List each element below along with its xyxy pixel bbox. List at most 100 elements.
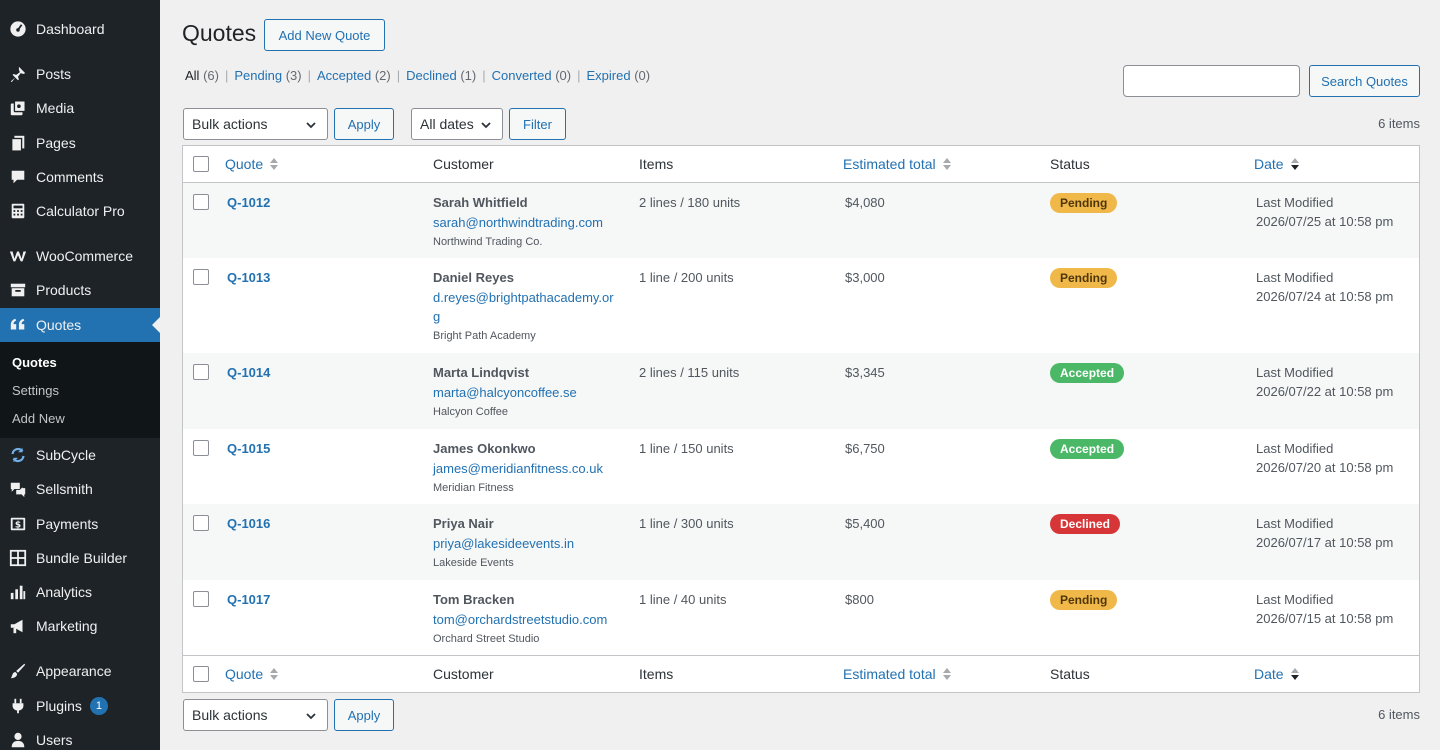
customer-email-link[interactable]: d.reyes@brightpathacademy.org	[433, 288, 618, 326]
menu-item-media[interactable]: Media	[0, 91, 160, 125]
customer-email-link[interactable]: tom@orchardstreetstudio.com	[433, 610, 618, 629]
submenu-item-quotes[interactable]: Quotes	[12, 355, 57, 370]
row-checkbox[interactable]	[193, 269, 209, 285]
apply-button[interactable]: Apply	[334, 108, 394, 140]
view-label[interactable]: All	[185, 68, 199, 83]
quote-id-link[interactable]: Q-1013	[227, 270, 270, 285]
customer-cell: James Okonkwo james@meridianfitness.co.uk…	[433, 439, 618, 494]
menu-item-quotes[interactable]: Quotes	[0, 308, 160, 342]
view-label[interactable]: Pending	[234, 68, 282, 83]
dates-select[interactable]: All dates	[411, 108, 503, 140]
column-quote[interactable]: Quote	[225, 156, 279, 172]
row-checkbox[interactable]	[193, 515, 209, 531]
date-cell: Last Modified 2026/07/22 at 10:58 pm	[1256, 363, 1393, 401]
menu-item-comments[interactable]: Comments	[0, 160, 160, 194]
menu-item-dashboard[interactable]: Dashboard	[0, 12, 160, 46]
chevron-down-icon	[481, 122, 491, 129]
column-customer: Customer	[433, 666, 494, 682]
menu-item-users[interactable]: Users	[0, 723, 160, 750]
view-count: (1)	[460, 68, 477, 83]
menu-label: Products	[36, 282, 92, 298]
search-input[interactable]	[1123, 65, 1300, 97]
view-accepted[interactable]: Accepted (2)	[317, 68, 391, 83]
quote-id-link[interactable]: Q-1016	[227, 516, 270, 531]
customer-email-link[interactable]: sarah@northwindtrading.com	[433, 213, 618, 232]
submenu-item-settings[interactable]: Settings	[12, 383, 59, 398]
column-items: Items	[639, 666, 674, 682]
view-count: (6)	[203, 68, 219, 83]
bar-chart-icon	[8, 582, 28, 602]
date-value: 2026/07/25 at 10:58 pm	[1256, 214, 1394, 229]
select-all-checkbox-footer[interactable]	[193, 666, 209, 682]
menu-item-bundle-builder[interactable]: Bundle Builder	[0, 541, 160, 575]
select-all-checkbox[interactable]	[193, 156, 209, 172]
separator: |	[224, 68, 229, 83]
plugins-update-badge: 1	[89, 697, 108, 715]
table-row: Q-1013 Daniel Reyes d.reyes@brightpathacad…	[183, 258, 1419, 353]
user-icon	[8, 730, 28, 750]
view-converted[interactable]: Converted (0)	[492, 68, 572, 83]
customer-email-link[interactable]: priya@lakesideevents.in	[433, 534, 618, 553]
row-checkbox[interactable]	[193, 440, 209, 456]
view-label[interactable]: Converted	[492, 68, 552, 83]
customer-email-link[interactable]: marta@halcyoncoffee.se	[433, 383, 618, 402]
sort-icon	[942, 158, 951, 170]
chat-icon	[8, 479, 28, 499]
money-icon: $	[8, 514, 28, 534]
view-label[interactable]: Accepted	[317, 68, 371, 83]
menu-item-appearance[interactable]: Appearance	[0, 654, 160, 688]
quote-id-link[interactable]: Q-1012	[227, 195, 270, 210]
menu-item-products[interactable]: Products	[0, 273, 160, 307]
row-checkbox[interactable]	[193, 194, 209, 210]
status-cell: Accepted	[1050, 363, 1125, 383]
column-label: Quote	[225, 156, 264, 172]
menu-item-subcycle[interactable]: SubCycle	[0, 438, 160, 472]
view-all[interactable]: All (6)	[185, 68, 219, 83]
view-declined[interactable]: Declined (1)	[406, 68, 476, 83]
customer-email-link[interactable]: james@meridianfitness.co.uk	[433, 459, 618, 478]
view-count: (2)	[374, 68, 391, 83]
menu-item-analytics[interactable]: Analytics	[0, 575, 160, 609]
view-label[interactable]: Declined	[406, 68, 457, 83]
menu-item-payments[interactable]: $ Payments	[0, 507, 160, 541]
column-date[interactable]: Date	[1254, 666, 1300, 682]
column-estimated-total[interactable]: Estimated total	[843, 666, 952, 682]
apply-button-bottom[interactable]: Apply	[334, 699, 394, 731]
search-quotes-button[interactable]: Search Quotes	[1309, 65, 1420, 97]
menu-item-posts[interactable]: Posts	[0, 57, 160, 91]
view-pending[interactable]: Pending (3)	[234, 68, 301, 83]
row-checkbox[interactable]	[193, 364, 209, 380]
menu-item-plugins[interactable]: Plugins 1	[0, 689, 160, 723]
column-date[interactable]: Date	[1254, 156, 1300, 172]
menu-item-sellsmith[interactable]: Sellsmith	[0, 472, 160, 506]
menu-item-calculator-pro[interactable]: Calculator Pro	[0, 194, 160, 228]
main-content: Quotes Add New Quote All (6) | Pending (…	[160, 0, 1440, 750]
add-new-quote-button[interactable]: Add New Quote	[264, 19, 385, 51]
bulk-actions-select-bottom[interactable]: Bulk actions	[183, 699, 328, 731]
table-row: Q-1014 Marta Lindqvist marta@halcyoncoffee…	[183, 353, 1419, 429]
view-expired[interactable]: Expired (0)	[586, 68, 650, 83]
row-checkbox[interactable]	[193, 591, 209, 607]
filter-button[interactable]: Filter	[509, 108, 566, 140]
status-badge: Pending	[1050, 268, 1118, 288]
submenu-item-add-new[interactable]: Add New	[12, 411, 65, 426]
quote-id-link[interactable]: Q-1014	[227, 365, 270, 380]
items-count-bottom: 6 items	[1378, 707, 1420, 722]
menu-item-woocommerce[interactable]: WooCommerce	[0, 239, 160, 273]
menu-item-pages[interactable]: Pages	[0, 126, 160, 160]
bulk-actions-select[interactable]: Bulk actions	[183, 108, 328, 140]
estimated-total: $6,750	[845, 441, 885, 456]
menu-label: Sellsmith	[36, 481, 93, 497]
menu-label: SubCycle	[36, 447, 96, 463]
quote-id-link[interactable]: Q-1015	[227, 441, 270, 456]
quote-id-link[interactable]: Q-1017	[227, 592, 270, 607]
items-summary: 1 line / 150 units	[639, 441, 734, 456]
column-estimated-total[interactable]: Estimated total	[843, 156, 952, 172]
view-label[interactable]: Expired	[586, 68, 630, 83]
column-quote[interactable]: Quote	[225, 666, 279, 682]
status-cell: Pending	[1050, 268, 1118, 288]
estimated-total: $3,000	[845, 270, 885, 285]
date-cell: Last Modified 2026/07/25 at 10:58 pm	[1256, 193, 1393, 231]
menu-item-marketing[interactable]: Marketing	[0, 609, 160, 643]
bulk-actions-value: Bulk actions	[192, 116, 268, 132]
